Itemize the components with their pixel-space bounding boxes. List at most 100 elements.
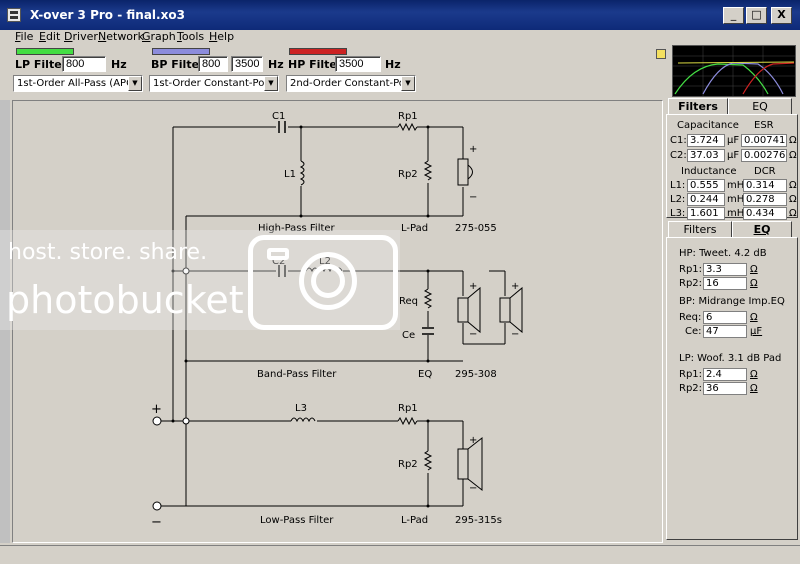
indicator-square — [656, 49, 666, 59]
l3-dcr[interactable]: 0.434 — [743, 207, 787, 220]
menu-network[interactable]: Network — [98, 30, 144, 43]
lp-rp1-label: Rp1: — [679, 369, 703, 380]
maximize-button[interactable]: □ — [746, 7, 767, 24]
lp-minus: − — [469, 483, 477, 494]
c2-ohm: Ω — [789, 150, 797, 161]
hp-color-swatch[interactable] — [289, 48, 347, 55]
app-icon[interactable] — [7, 8, 21, 22]
label-rp1-lp: Rp1 — [398, 403, 418, 414]
label-l3: L3 — [295, 403, 307, 414]
lp-frequency-input[interactable] — [62, 56, 106, 72]
bp-unit: Hz — [268, 58, 284, 71]
c1-esr[interactable]: 0.00741 — [741, 134, 787, 147]
bp-type-value: 1st-Order Constant-Power — [153, 78, 279, 89]
hp-rp1-label: Rp1: — [679, 264, 703, 275]
l3-unit: mH — [727, 208, 745, 219]
c2-label: C2: — [670, 150, 687, 161]
tab-filters-top[interactable]: Filters — [668, 98, 728, 115]
l1-ohm: Ω — [789, 180, 797, 191]
bp-req-label: Req: — [679, 312, 702, 323]
input-minus: − — [151, 515, 162, 530]
l3-label: L3: — [670, 208, 686, 219]
tab-filters-bottom[interactable]: Filters — [668, 221, 732, 238]
menu-tools[interactable]: Tools — [177, 30, 204, 43]
lp-color-swatch[interactable] — [16, 48, 74, 55]
hp-frequency-input[interactable] — [335, 56, 381, 72]
inductance-header: Inductance — [681, 166, 737, 177]
lp-section-label: Low-Pass Filter — [260, 515, 334, 526]
bp-high-frequency-input[interactable] — [231, 56, 263, 72]
label-req: Req — [399, 296, 418, 307]
bp-eq-title: BP: Midrange Imp.EQ — [679, 296, 785, 307]
hp-rp1-unit: Ω — [750, 264, 758, 275]
hp-driver-label: 275-055 — [455, 223, 497, 234]
hp-rp1-value[interactable]: 3.3 — [703, 263, 747, 276]
lp-rp2-label: Rp2: — [679, 383, 703, 394]
response-graph-svg — [673, 46, 795, 96]
bp-low-frequency-input[interactable] — [198, 56, 228, 72]
l2-dcr[interactable]: 0.278 — [743, 193, 787, 206]
lp-type-select[interactable]: 1st-Order All-Pass (APC) ▼ — [13, 75, 143, 92]
l1-dcr[interactable]: 0.314 — [743, 179, 787, 192]
c1-label: C1: — [670, 135, 687, 146]
chevron-down-icon[interactable]: ▼ — [264, 76, 278, 91]
bp-section-label: Band-Pass Filter — [257, 369, 337, 380]
lp-plus: + — [469, 435, 477, 446]
tab-eq-bottom[interactable]: EQ — [732, 221, 792, 238]
eq-values-box: HP: Tweet. 4.2 dB Rp1: 3.3 Ω Rp2: 16 Ω B… — [666, 237, 798, 540]
dcr-header: DCR — [754, 166, 776, 177]
bp-ce-label: Ce: — [685, 326, 702, 337]
bp-type-select[interactable]: 1st-Order Constant-Power ▼ — [149, 75, 279, 92]
l3-value[interactable]: 1.601 — [687, 207, 725, 220]
menu-graph[interactable]: Graph — [142, 30, 176, 43]
bp-ce-value[interactable]: 47 — [703, 325, 747, 338]
l2-value[interactable]: 0.244 — [687, 193, 725, 206]
title-bar: X-over 3 Pro - final.xo3 _ □ X — [0, 0, 800, 30]
hp-driver-symbol — [457, 158, 469, 186]
c1-value[interactable]: 3.724 — [687, 134, 725, 147]
bp-driver-symbol — [457, 297, 469, 323]
l2-label: L2: — [670, 194, 686, 205]
capacitance-header: Capacitance — [677, 120, 739, 131]
bp-minus: − — [469, 329, 477, 340]
lp-eq-title: LP: Woof. 3.1 dB Pad — [679, 353, 782, 364]
input-plus: + — [151, 402, 162, 417]
hp-type-select[interactable]: 2nd-Order Constant-Power ▼ — [286, 75, 416, 92]
minimize-button[interactable]: _ — [723, 7, 744, 24]
hp-rp2-value[interactable]: 16 — [703, 277, 747, 290]
chevron-down-icon[interactable]: ▼ — [401, 76, 415, 91]
l2-unit: mH — [727, 194, 745, 205]
close-button[interactable]: X — [771, 7, 792, 24]
bp-plus-2: + — [511, 281, 519, 292]
c2-unit: µF — [727, 150, 740, 161]
window-title: X-over 3 Pro - final.xo3 — [30, 8, 185, 22]
response-graph-thumbnail[interactable] — [672, 45, 796, 97]
menu-file[interactable]: File — [15, 30, 33, 43]
filters-values-box: Capacitance ESR C1: 3.724 µF 0.00741 Ω C… — [666, 114, 798, 220]
menu-bar: File Edit Driver Network Graph Tools Hel… — [0, 30, 800, 44]
esr-header: ESR — [754, 120, 774, 131]
label-ce: Ce — [402, 330, 415, 341]
c2-value[interactable]: 37.03 — [687, 149, 725, 162]
status-bar — [0, 545, 800, 564]
menu-driver[interactable]: Driver — [64, 30, 98, 43]
l1-unit: mH — [727, 180, 745, 191]
menu-edit[interactable]: Edit — [39, 30, 60, 43]
bp-driver-symbol-2 — [499, 297, 511, 323]
hp-minus: − — [469, 192, 477, 203]
label-rp1-hp: Rp1 — [398, 111, 418, 122]
bp-plus: + — [469, 281, 477, 292]
lp-rp1-value[interactable]: 2.4 — [703, 368, 747, 381]
label-rp2-hp: Rp2 — [398, 169, 418, 180]
chevron-down-icon[interactable]: ▼ — [128, 76, 142, 91]
l1-label: L1: — [670, 180, 686, 191]
bp-color-swatch[interactable] — [152, 48, 210, 55]
c1-ohm: Ω — [789, 135, 797, 146]
tab-eq-top[interactable]: EQ — [728, 98, 792, 115]
bp-req-value[interactable]: 6 — [703, 311, 747, 324]
menu-help[interactable]: Help — [209, 30, 234, 43]
l1-value[interactable]: 0.555 — [687, 179, 725, 192]
c2-esr[interactable]: 0.00276 — [741, 149, 787, 162]
bp-req-unit: Ω — [750, 312, 758, 323]
lp-rp2-value[interactable]: 36 — [703, 382, 747, 395]
